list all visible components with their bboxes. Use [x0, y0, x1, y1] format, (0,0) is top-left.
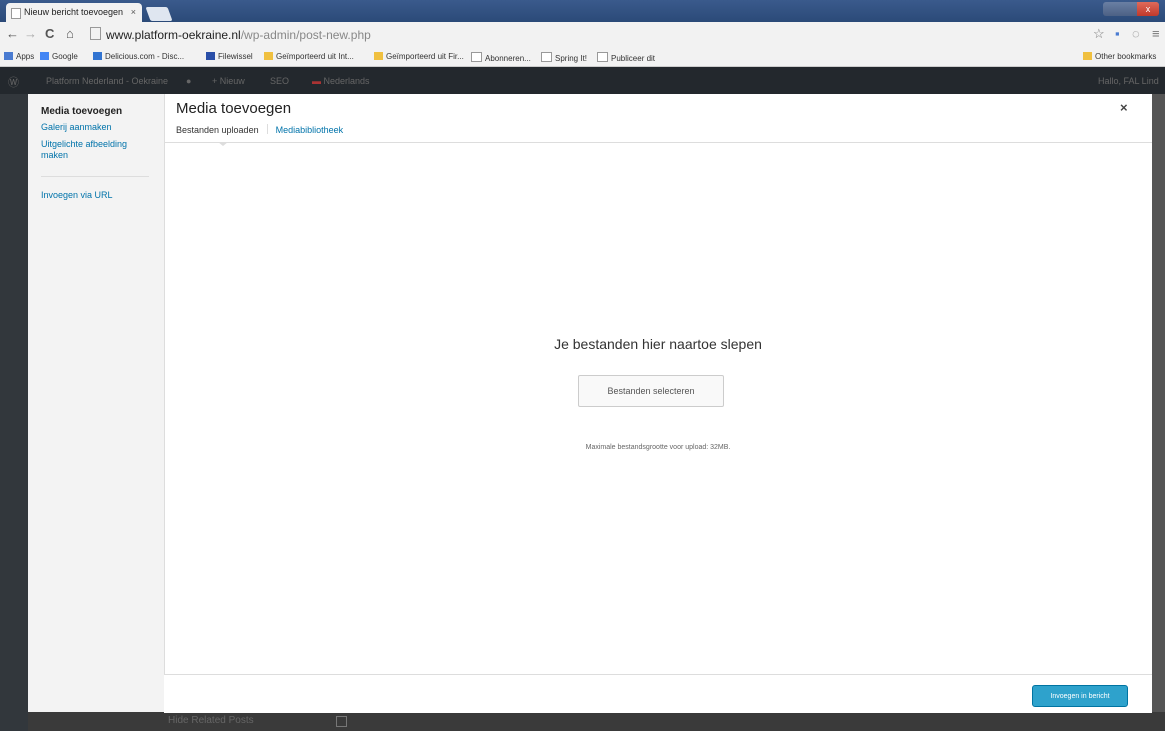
folder-icon: [374, 52, 383, 60]
bookmark-item[interactable]: Delicious.com - Disc...: [93, 52, 184, 61]
page-icon: [471, 52, 482, 62]
tab-title: Nieuw bericht toevoegen: [24, 7, 124, 17]
browser-titlebar: Nieuw bericht toevoegen × x: [0, 0, 1165, 22]
page-icon: [90, 27, 101, 40]
site-name-link[interactable]: Platform Nederland - Oekraine: [46, 76, 168, 86]
tab-close-icon[interactable]: ×: [131, 3, 136, 22]
wordpress-icon[interactable]: Ⓦ: [8, 74, 19, 90]
extension-icon-2[interactable]: ◌: [1132, 26, 1140, 41]
browser-tab[interactable]: Nieuw bericht toevoegen ×: [6, 3, 142, 22]
media-toolbar: Invoegen in bericht: [164, 674, 1152, 713]
bookmark-item[interactable]: Filewissel: [206, 52, 253, 61]
select-files-button[interactable]: Bestanden selecteren: [578, 375, 724, 407]
comments-icon[interactable]: ●: [186, 76, 191, 86]
address-bar[interactable]: www.platform-oekraine.nl/wp-admin/post-n…: [90, 27, 371, 42]
page-icon: [541, 52, 552, 62]
extension-icon[interactable]: ▪: [1115, 26, 1120, 41]
related-posts-label: Hide Related Posts: [168, 715, 254, 726]
bookmark-item[interactable]: Spring It!: [541, 52, 587, 63]
flag-icon: ▬: [312, 76, 321, 86]
filewissel-icon: [206, 52, 215, 60]
folder-icon: [1083, 52, 1092, 60]
drop-zone-text[interactable]: Je bestanden hier naartoe slepen: [164, 336, 1152, 352]
media-router: Bestanden uploaden Mediabibliotheek: [176, 124, 351, 135]
apps-icon: [4, 52, 13, 60]
wp-sidebar: [0, 94, 28, 731]
related-posts-toggle[interactable]: [336, 716, 347, 727]
background-editor: Hide Related Posts: [28, 712, 1165, 731]
tab-bestanden-uploaden[interactable]: Bestanden uploaden: [176, 125, 259, 135]
window-close-button[interactable]: x: [1137, 2, 1159, 16]
new-link[interactable]: + Nieuw: [212, 76, 245, 86]
reload-icon[interactable]: C: [45, 26, 54, 41]
home-icon[interactable]: ⌂: [66, 26, 74, 41]
google-icon: [40, 52, 49, 60]
wp-admin-bar: Ⓦ Platform Nederland - Oekraine ● + Nieu…: [0, 67, 1165, 94]
menu-invoegen-via-url[interactable]: Invoegen via URL: [41, 190, 156, 201]
new-tab-button[interactable]: [145, 7, 173, 21]
menu-galerij-aanmaken[interactable]: Galerij aanmaken: [41, 122, 156, 133]
active-tab-caret: [218, 142, 228, 146]
bookmark-item[interactable]: Other bookmarks: [1083, 52, 1156, 61]
url-path: /wp-admin/post-new.php: [240, 28, 371, 42]
seo-link[interactable]: SEO: [270, 76, 289, 86]
bookmark-item[interactable]: Geïmporteerd uit Int...: [264, 52, 354, 61]
bookmark-item[interactable]: Abonneren...: [471, 52, 531, 63]
max-upload-size: Maximale bestandsgrootte voor upload: 32…: [585, 444, 731, 451]
user-greeting[interactable]: Hallo, FAL Lind: [1098, 76, 1159, 86]
back-icon[interactable]: ←: [6, 26, 19, 41]
page-scrollbar[interactable]: [1152, 94, 1165, 731]
close-icon[interactable]: ×: [1120, 100, 1128, 115]
folder-icon: [264, 52, 273, 60]
window-controls[interactable]: x: [1103, 2, 1159, 16]
media-menu: Media toevoegen Galerij aanmaken Uitgeli…: [28, 94, 165, 712]
media-modal: Media toevoegen Galerij aanmaken Uitgeli…: [28, 94, 1152, 713]
menu-media-toevoegen[interactable]: Media toevoegen: [41, 106, 156, 117]
forward-icon[interactable]: →: [24, 26, 37, 41]
router-divider: [164, 142, 1152, 143]
star-icon[interactable]: ☆: [1093, 26, 1105, 42]
insert-into-post-button[interactable]: Invoegen in bericht: [1032, 685, 1128, 707]
chrome-menu-icon[interactable]: ≡: [1152, 26, 1160, 41]
delicious-icon: [93, 52, 102, 60]
tab-mediabibliotheek[interactable]: Mediabibliotheek: [276, 125, 344, 135]
browser-navbar: ← → C ⌂ www.platform-oekraine.nl/wp-admi…: [0, 22, 1165, 48]
bookmark-item[interactable]: Geïmporteerd uit Fir...: [374, 52, 464, 61]
menu-separator: [41, 176, 149, 177]
bookmark-item[interactable]: Apps: [4, 52, 34, 61]
page-icon: [11, 8, 21, 19]
menu-uitgelichte-afbeelding[interactable]: Uitgelichte afbeelding maken: [41, 139, 156, 161]
language-link[interactable]: ▬ Nederlands: [312, 76, 370, 86]
bookmark-item[interactable]: Publiceer dit: [597, 52, 655, 63]
tab-separator: [266, 124, 268, 134]
page-icon: [597, 52, 608, 62]
bookmark-item[interactable]: Google: [40, 52, 78, 61]
bookmarks-bar: Apps Google Delicious.com - Disc... File…: [0, 48, 1165, 67]
url-domain: www.platform-oekraine.nl: [106, 28, 241, 42]
modal-title: Media toevoegen: [176, 100, 292, 117]
